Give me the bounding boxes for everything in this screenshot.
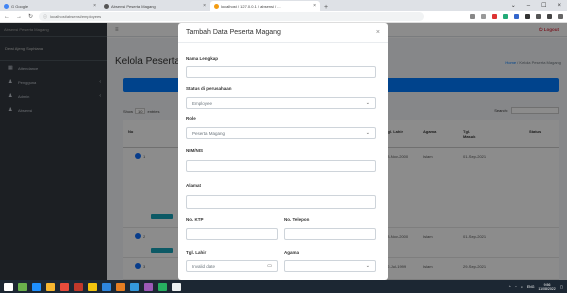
nama-label: Nama Lengkap xyxy=(186,56,219,61)
taskbar-app-icon[interactable] xyxy=(102,282,111,291)
add-participant-modal: Tambah Data Peserta Magang × Nama Lengka… xyxy=(178,23,388,280)
extensions-puzzle-icon[interactable] xyxy=(525,14,530,19)
agama-select[interactable]: ⌄ xyxy=(284,260,376,272)
ktp-label: No. KTP xyxy=(186,217,204,222)
status-label: Status di perusahaan xyxy=(186,86,232,91)
volume-icon[interactable]: ◖ xyxy=(521,285,523,289)
chevron-down-icon: ⌄ xyxy=(365,263,370,269)
calendar-icon[interactable]: ▭ xyxy=(267,263,272,269)
close-window-button[interactable]: × xyxy=(557,3,561,9)
tgl-lahir-value: Invalid date xyxy=(192,263,216,269)
close-tab-icon[interactable]: × xyxy=(203,3,206,9)
profile-avatar-icon[interactable] xyxy=(547,14,552,19)
nim-label: NIM/NIS xyxy=(186,148,204,153)
settings-gear-icon[interactable] xyxy=(172,282,181,291)
taskbar-app-icon[interactable] xyxy=(116,282,125,291)
ktp-input[interactable] xyxy=(186,228,278,240)
share-icon[interactable] xyxy=(470,14,475,19)
taskbar-app-icon[interactable] xyxy=(74,282,83,291)
taskbar-app-icon[interactable] xyxy=(130,282,139,291)
back-icon[interactable]: ← xyxy=(4,14,10,20)
browser-tab-bar: G Google × Absensi Peserta Magang × loca… xyxy=(0,0,567,11)
agama-label: Agama xyxy=(284,250,300,255)
taskbar-app-icon[interactable] xyxy=(18,282,27,291)
extension-icon[interactable] xyxy=(492,14,497,19)
url-field[interactable]: ⓘ localhost/absensi/employees xyxy=(39,12,425,21)
chevron-down-icon: ⌄ xyxy=(365,130,370,136)
taskbar-app-icon[interactable] xyxy=(158,282,167,291)
clock[interactable]: 9:56 11/08/2022 xyxy=(538,283,555,291)
tgl-lahir-input[interactable]: Invalid date ▭ xyxy=(186,260,278,272)
bookmark-star-icon[interactable] xyxy=(481,14,486,19)
extension-icon[interactable] xyxy=(514,14,519,19)
tab-label: G Google xyxy=(11,3,29,9)
forward-icon[interactable]: → xyxy=(16,14,22,20)
system-tray: ^ ◔ ◖ ENG 9:56 11/08/2022 ▢ xyxy=(509,283,563,291)
phpmyadmin-favicon-icon xyxy=(214,3,219,9)
chevron-down-icon: ⌄ xyxy=(365,100,370,106)
role-select[interactable]: Peserta Magang ⌄ xyxy=(186,127,376,139)
clock-date: 11/08/2022 xyxy=(538,286,556,291)
google-favicon-icon xyxy=(4,3,9,9)
windows-taskbar: ^ ◔ ◖ ENG 9:56 11/08/2022 ▢ xyxy=(0,280,567,293)
browser-tab-absensi[interactable]: Absensi Peserta Magang × xyxy=(100,1,210,11)
taskbar-app-icon[interactable] xyxy=(144,282,153,291)
tab-label: Absensi Peserta Magang xyxy=(111,3,156,9)
close-tab-icon[interactable]: × xyxy=(93,3,96,9)
reload-icon[interactable]: ↻ xyxy=(28,13,33,20)
status-value: Employee xyxy=(192,100,213,106)
tab-label: localhost / 127.0.0.1 / absensi / ... xyxy=(221,3,281,9)
status-select[interactable]: Employee ⌄ xyxy=(186,97,376,109)
close-icon[interactable]: × xyxy=(376,29,380,36)
alamat-textarea[interactable] xyxy=(186,195,376,209)
role-label: Role xyxy=(186,116,196,121)
window-controls: ⌄ – ☐ × xyxy=(511,0,567,11)
network-icon[interactable]: ◔ xyxy=(515,285,517,289)
browser-tab-google[interactable]: G Google × xyxy=(0,1,100,11)
browser-tab-phpmyadmin[interactable]: localhost / 127.0.0.1 / absensi / ... × xyxy=(210,1,320,11)
extension-icon[interactable] xyxy=(503,14,508,19)
nama-input[interactable] xyxy=(186,66,376,78)
edge-icon[interactable] xyxy=(32,282,41,291)
more-menu-icon[interactable] xyxy=(558,14,563,19)
info-icon: ⓘ xyxy=(43,13,48,19)
role-value: Peserta Magang xyxy=(192,130,226,136)
tray-overflow-icon[interactable]: ^ xyxy=(509,285,511,289)
new-tab-button[interactable]: + xyxy=(320,4,332,11)
telepon-input[interactable] xyxy=(284,228,376,240)
taskbar-app-icon[interactable] xyxy=(60,282,69,291)
windows-start-icon[interactable] xyxy=(4,282,13,291)
tgl-lahir-label: Tgl. Lahir xyxy=(186,250,207,255)
file-explorer-icon[interactable] xyxy=(88,282,97,291)
url-text: localhost/absensi/employees xyxy=(50,14,102,19)
nim-input[interactable] xyxy=(186,160,376,172)
notifications-icon[interactable]: ▢ xyxy=(560,285,563,289)
close-tab-icon[interactable]: × xyxy=(313,3,316,9)
alamat-label: Alamat xyxy=(186,183,202,188)
page-favicon-icon xyxy=(104,3,109,9)
modal-title: Tambah Data Peserta Magang xyxy=(186,29,281,36)
telepon-label: No. Telepon xyxy=(284,217,310,222)
extensions-area xyxy=(470,14,563,19)
address-bar-row: ← → ↻ ⓘ localhost/absensi/employees xyxy=(0,11,567,23)
sidebar-panel-icon[interactable] xyxy=(536,14,541,19)
tab-search-icon[interactable]: ⌄ xyxy=(511,2,516,9)
modal-header: Tambah Data Peserta Magang × xyxy=(178,23,388,43)
minimize-button[interactable]: – xyxy=(527,3,530,9)
language-indicator[interactable]: ENG xyxy=(527,285,535,289)
maximize-button[interactable]: ☐ xyxy=(541,2,546,9)
chrome-icon[interactable] xyxy=(46,282,55,291)
